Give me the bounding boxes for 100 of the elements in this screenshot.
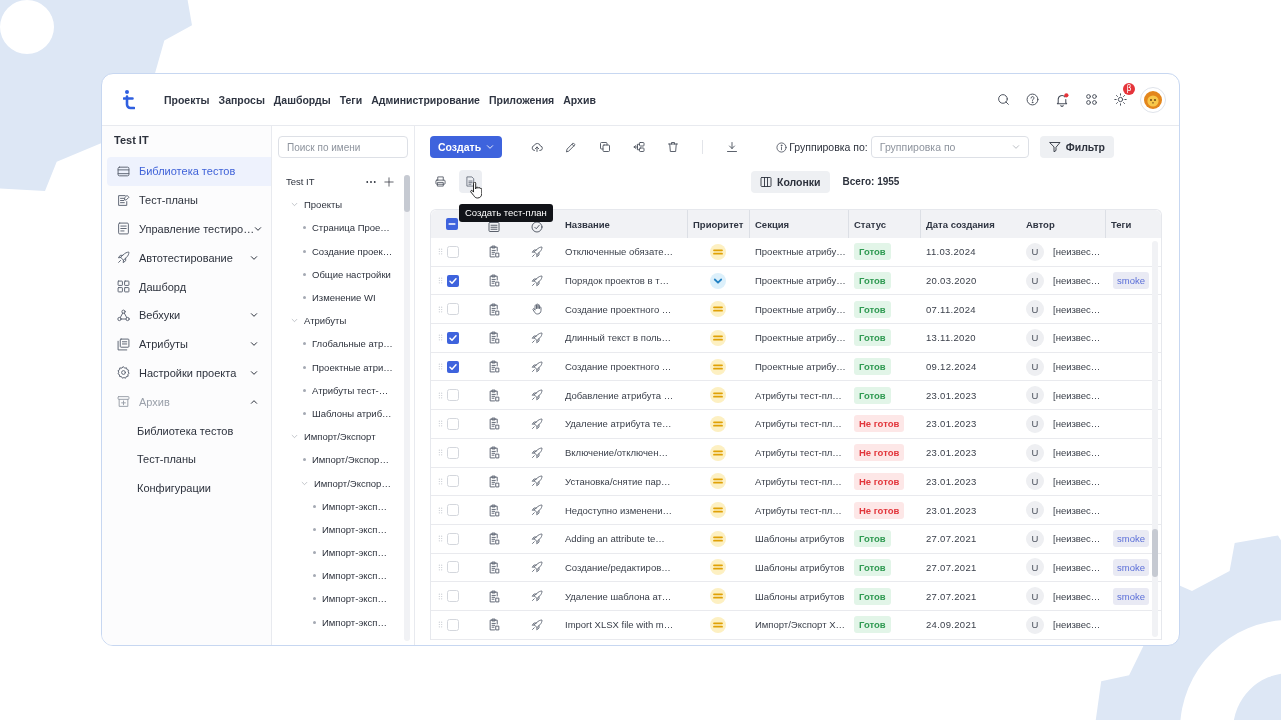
test-title[interactable]: Длинный текст в поль…: [565, 332, 671, 344]
tree-item[interactable]: Проекты: [286, 193, 394, 217]
tree-item[interactable]: Проектные атри…: [286, 355, 394, 379]
tag-badge[interactable]: smoke: [1113, 272, 1149, 290]
sidebar-item[interactable]: Библиотека тестов: [107, 157, 271, 186]
tree-item[interactable]: Импорт/Экспорт: [286, 425, 394, 449]
tree-item[interactable]: Импорт/Экспор…: [286, 448, 394, 472]
download-icon[interactable]: [726, 141, 739, 153]
tree-item[interactable]: Импорт-эксп…: [286, 564, 394, 588]
test-title[interactable]: Недоступно изменени…: [565, 504, 673, 516]
sidebar-item[interactable]: Настройки проекта: [107, 358, 271, 388]
test-title[interactable]: Adding an attribute te…: [565, 533, 665, 545]
tag-badge[interactable]: smoke: [1113, 530, 1149, 548]
tree-item[interactable]: Общие настройки: [286, 262, 394, 286]
test-title[interactable]: Удаление шаблона ат…: [565, 590, 672, 602]
row-checkbox[interactable]: [447, 561, 459, 574]
tree-item[interactable]: Импорт-эксп…: [286, 610, 394, 634]
drag-handle-icon[interactable]: [437, 449, 444, 457]
column-header[interactable]: Дата создания: [926, 218, 995, 230]
tree-item[interactable]: Глобальные атр…: [286, 332, 394, 356]
test-title[interactable]: Отключенные обязате…: [565, 246, 674, 258]
row-checkbox[interactable]: [447, 475, 459, 488]
tree-item[interactable]: Импорт/Экспор…: [286, 471, 394, 495]
apps-icon[interactable]: [1085, 93, 1098, 106]
tree-item[interactable]: Импорт-эксп…: [286, 587, 394, 611]
row-checkbox[interactable]: [447, 245, 459, 258]
row-checkbox[interactable]: [447, 618, 459, 631]
logo-icon[interactable]: [123, 89, 135, 110]
test-title[interactable]: Создание проектного …: [565, 303, 672, 315]
sidebar-item[interactable]: Тест-планы: [107, 444, 271, 474]
sidebar-item[interactable]: Тест-планы: [107, 185, 271, 215]
nav-link[interactable]: Теги: [339, 93, 363, 106]
column-header[interactable]: Приоритет: [693, 218, 744, 230]
column-header[interactable]: Автор: [1026, 218, 1055, 230]
drag-handle-icon[interactable]: [437, 477, 444, 485]
caret-icon[interactable]: [486, 143, 495, 151]
test-title[interactable]: Создание/редактиров…: [565, 561, 671, 573]
sidebar-item[interactable]: Атрибуты: [107, 329, 271, 359]
tree-item[interactable]: Импорт-эксп…: [286, 541, 394, 565]
drag-handle-icon[interactable]: [437, 563, 444, 571]
sun-icon[interactable]: [1114, 93, 1127, 106]
column-header[interactable]: Теги: [1111, 218, 1132, 230]
drag-handle-icon[interactable]: [437, 592, 444, 600]
sidebar-item[interactable]: Вебхуки: [107, 301, 271, 330]
drag-handle-icon[interactable]: [437, 506, 444, 514]
row-checkbox[interactable]: [447, 274, 459, 287]
row-checkbox[interactable]: [447, 504, 459, 517]
scrollbar-track[interactable]: [1152, 241, 1158, 637]
filter-button[interactable]: Фильтр: [1039, 136, 1114, 158]
row-checkbox[interactable]: [447, 331, 459, 344]
tree-item[interactable]: Создание проек…: [286, 239, 394, 263]
test-title[interactable]: Включение/отключен…: [565, 447, 668, 459]
chevron-down-icon[interactable]: [250, 253, 258, 262]
column-header[interactable]: Название: [565, 218, 610, 230]
plus-icon[interactable]: [384, 176, 394, 187]
nav-link[interactable]: Архив: [563, 93, 596, 106]
row-checkbox[interactable]: [447, 590, 459, 603]
nav-link[interactable]: Запросы: [218, 93, 265, 106]
tree-item[interactable]: Страница Прое…: [286, 216, 394, 240]
sidebar-item[interactable]: Дашборд: [107, 272, 271, 301]
drag-handle-icon[interactable]: [437, 621, 444, 629]
print-icon[interactable]: [435, 176, 446, 187]
tag-badge[interactable]: smoke: [1113, 587, 1149, 605]
search-icon[interactable]: [997, 93, 1010, 106]
row-checkbox[interactable]: [447, 446, 459, 459]
tree-item[interactable]: Импорт-эксп…: [286, 494, 394, 518]
tree-item[interactable]: Атрибуты: [286, 309, 394, 333]
delete-icon[interactable]: [667, 141, 680, 153]
tag-badge[interactable]: smoke: [1113, 558, 1149, 576]
chevron-down-icon[interactable]: [250, 311, 258, 320]
tree-item[interactable]: Импорт-эксп…: [286, 517, 394, 541]
chevron-up-icon[interactable]: [250, 397, 258, 406]
edit-icon[interactable]: [565, 141, 578, 153]
scrollbar-thumb[interactable]: [1152, 529, 1158, 577]
tree-item[interactable]: Изменение WI: [286, 285, 394, 310]
test-title[interactable]: Import XLSX file with m…: [565, 619, 674, 631]
chevron-down-icon[interactable]: [250, 368, 258, 377]
test-title[interactable]: Установка/снятие пар…: [565, 475, 671, 487]
nav-link[interactable]: Администрирование: [371, 93, 480, 106]
create-button[interactable]: Создать: [430, 136, 503, 158]
drag-handle-icon[interactable]: [437, 248, 444, 256]
drag-handle-icon[interactable]: [437, 391, 444, 399]
lion-avatar-icon[interactable]: [1140, 86, 1166, 113]
copy-icon[interactable]: [599, 141, 612, 153]
drag-handle-icon[interactable]: [437, 535, 444, 543]
nav-link[interactable]: Приложения: [488, 93, 555, 106]
bell-icon[interactable]: [1055, 92, 1069, 107]
drag-handle-icon[interactable]: [437, 305, 444, 313]
sidebar-item[interactable]: Библиотека тестов: [107, 416, 271, 445]
chevron-down-icon[interactable]: [250, 340, 258, 349]
drag-handle-icon[interactable]: [437, 334, 444, 342]
select-all-checkbox[interactable]: [446, 218, 458, 230]
row-checkbox[interactable]: [447, 360, 459, 373]
sidebar-item[interactable]: Конфигурации: [107, 473, 271, 503]
row-checkbox[interactable]: [447, 389, 459, 402]
nav-link[interactable]: Проекты: [164, 93, 210, 106]
tree-item[interactable]: Test IT: [286, 176, 315, 188]
sidebar-item[interactable]: Управление тестиро…: [107, 214, 271, 244]
scrollbar-track[interactable]: [404, 175, 410, 641]
chevron-down-icon[interactable]: [254, 225, 263, 233]
